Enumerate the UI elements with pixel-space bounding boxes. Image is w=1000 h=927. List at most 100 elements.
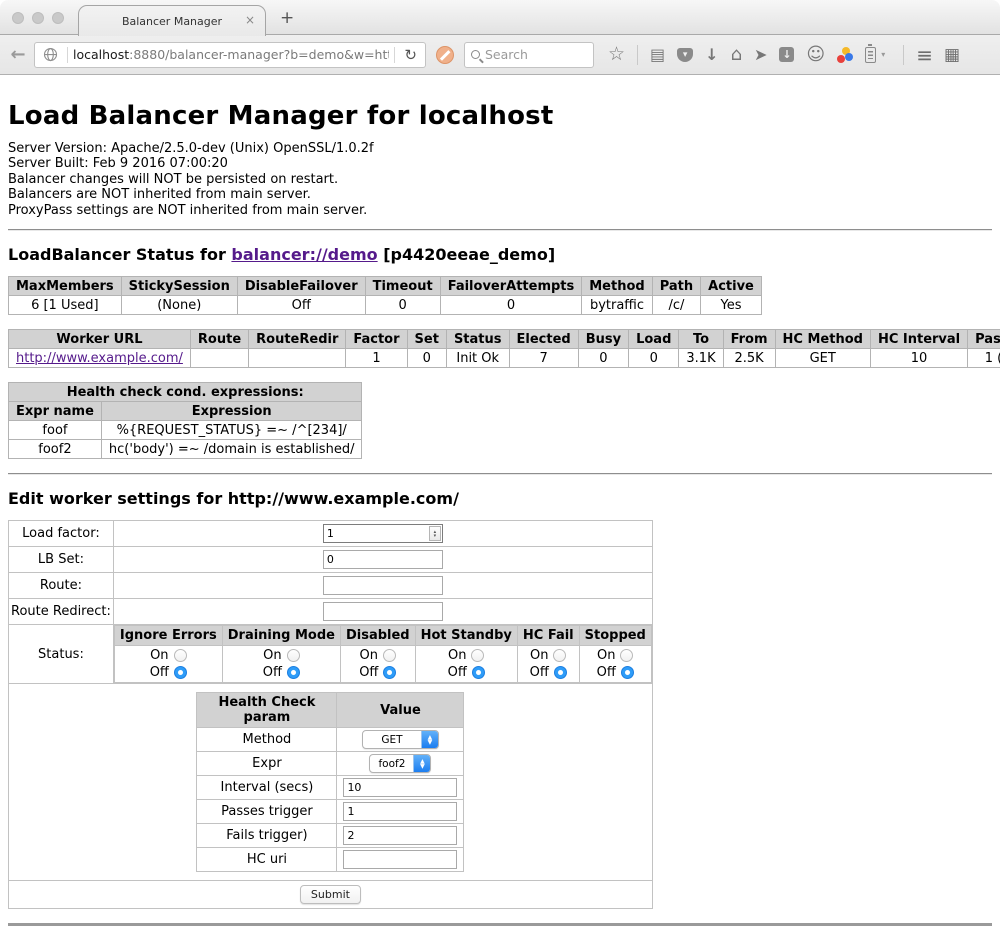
route-input[interactable]: [323, 576, 443, 595]
clipboard-icon[interactable]: ▤: [650, 47, 665, 63]
stopped-on-radio[interactable]: [620, 649, 633, 662]
load-factor-stepper[interactable]: ▴▾: [323, 524, 443, 543]
hc-uri-input[interactable]: [343, 850, 457, 869]
radio-off-label: Off: [150, 664, 169, 681]
dropdown-caret-icon[interactable]: ▾: [881, 50, 885, 59]
toolbar-buttons: ☆ ▤ ▾ ↓ ⌂ ➤ ↓ ☺ ▾ ≡ ▦: [608, 43, 960, 67]
status-cell-draining-mode: On Off: [222, 646, 340, 683]
hc-header-row: Health Check param Value: [197, 693, 464, 728]
send-plane-icon[interactable]: ➤: [754, 47, 767, 63]
form-row-lb-set: LB Set:: [9, 547, 653, 573]
lb-set-input[interactable]: [323, 550, 443, 569]
table-title-row: Health check cond. expressions:: [9, 383, 362, 402]
stopped-off-radio[interactable]: [621, 666, 634, 679]
blocker-extension-icon[interactable]: [436, 46, 454, 64]
server-info: Server Version: Apache/2.5.0-dev (Unix) …: [8, 141, 992, 218]
edit-worker-form: Load factor: ▴▾ LB Set: Route: Route Red…: [8, 520, 653, 909]
col-worker-url: Worker URL: [9, 330, 191, 349]
zoom-window-button[interactable]: [52, 12, 64, 24]
back-icon[interactable]: ←: [8, 44, 28, 65]
chat-smiley-icon[interactable]: ☺: [806, 46, 825, 64]
table-header-row: Worker URL Route RouteRedir Factor Set S…: [9, 330, 1000, 349]
hc-row-expr: Expr foof2▲▼: [197, 752, 464, 776]
col-expr-name: Expr name: [9, 402, 102, 421]
tab-balancer-manager[interactable]: Balancer Manager ×: [78, 5, 266, 36]
cell-route: [190, 349, 248, 368]
status-cell-hot-standby: On Off: [415, 646, 517, 683]
fails-input[interactable]: [343, 826, 457, 845]
home-icon[interactable]: ⌂: [731, 46, 742, 64]
passes-input[interactable]: [343, 802, 457, 821]
browser-window: Balancer Manager × + ← localhost:8880/ba…: [0, 0, 1000, 927]
route-redirect-label: Route Redirect:: [9, 599, 114, 625]
balancer-demo-link[interactable]: balancer://demo: [231, 245, 377, 264]
downloads-icon[interactable]: ↓: [705, 47, 718, 63]
expr-selected-value: foof2: [370, 755, 413, 772]
status-label: Status:: [9, 625, 114, 684]
route-label: Route:: [9, 573, 114, 599]
disabled-off-radio[interactable]: [383, 666, 396, 679]
window-controls[interactable]: [12, 12, 64, 24]
interval-input[interactable]: [343, 778, 457, 797]
draining-mode-on-radio[interactable]: [287, 649, 300, 662]
col-set: Set: [407, 330, 446, 349]
col-hc-fail: HC Fail: [517, 626, 579, 646]
heading-prefix: LoadBalancer Status for: [8, 245, 231, 264]
tab-close-icon[interactable]: ×: [245, 13, 255, 27]
status-cell-ignore-errors: On Off: [114, 646, 222, 683]
col-disablefailover: DisableFailover: [237, 277, 365, 296]
cell-hc-interval: 10: [870, 349, 967, 368]
table-row: 6 [1 Used] (None) Off 0 0 bytraffic /c/ …: [9, 296, 762, 315]
reload-icon[interactable]: ↻: [400, 46, 421, 64]
load-factor-input[interactable]: [324, 526, 429, 541]
hot-standby-off-radio[interactable]: [472, 666, 485, 679]
radio-off-label: Off: [448, 664, 467, 681]
new-tab-button[interactable]: +: [280, 8, 294, 28]
pages-grid-icon[interactable]: ▦: [944, 45, 960, 65]
radio-on-label: On: [530, 647, 548, 664]
cell-elected: 7: [509, 349, 578, 368]
col-path: Path: [652, 277, 700, 296]
cell-routeredir: [249, 349, 346, 368]
ignore-errors-on-radio[interactable]: [174, 649, 187, 662]
worker-url-link[interactable]: http://www.example.com/: [16, 351, 183, 366]
url-text[interactable]: localhost:8880/balancer-manager?b=demo&w…: [73, 47, 389, 62]
cell-factor: 1: [346, 349, 407, 368]
hc-fail-off-radio[interactable]: [554, 666, 567, 679]
method-selected-value: GET: [363, 731, 421, 748]
ignore-errors-off-radio[interactable]: [174, 666, 187, 679]
pocket-icon[interactable]: ▾: [677, 48, 693, 62]
search-bar[interactable]: Search: [464, 42, 594, 68]
method-select[interactable]: GET▲▼: [362, 730, 439, 749]
hc-uri-label: HC uri: [197, 848, 337, 872]
edit-worker-heading: Edit worker settings for http://www.exam…: [8, 489, 992, 508]
number-spinner-icon[interactable]: ▴▾: [429, 526, 441, 541]
col-from: From: [723, 330, 775, 349]
battery-icon[interactable]: [865, 47, 876, 63]
col-failoverattempts: FailoverAttempts: [440, 277, 582, 296]
hot-standby-on-radio[interactable]: [471, 649, 484, 662]
col-maxmembers: MaxMembers: [9, 277, 122, 296]
submit-button[interactable]: Submit: [300, 885, 361, 904]
minimize-window-button[interactable]: [32, 12, 44, 24]
download-box-icon[interactable]: ↓: [779, 47, 794, 62]
bottom-divider: [8, 923, 992, 926]
draining-mode-off-radio[interactable]: [287, 666, 300, 679]
globe-icon[interactable]: [43, 47, 58, 62]
status-cell-disabled: On Off: [340, 646, 415, 683]
form-row-submit: Submit: [9, 881, 653, 909]
menu-hamburger-icon[interactable]: ≡: [916, 43, 932, 67]
balancer-status-heading: LoadBalancer Status for balancer://demo …: [8, 245, 992, 264]
close-window-button[interactable]: [12, 12, 24, 24]
form-row-status: Status: Ignore Errors Draining Mode Disa…: [9, 625, 653, 684]
colored-dots-icon[interactable]: [837, 47, 853, 63]
url-bar[interactable]: localhost:8880/balancer-manager?b=demo&w…: [34, 42, 426, 68]
route-redirect-input[interactable]: [323, 602, 443, 621]
expr-select[interactable]: foof2▲▼: [369, 754, 431, 773]
bookmark-star-icon[interactable]: ☆: [608, 45, 625, 64]
page-content: Load Balancer Manager for localhost Serv…: [0, 75, 1000, 926]
col-expression: Expression: [101, 402, 362, 421]
search-placeholder: Search: [485, 47, 528, 62]
hc-fail-on-radio[interactable]: [553, 649, 566, 662]
disabled-on-radio[interactable]: [383, 649, 396, 662]
